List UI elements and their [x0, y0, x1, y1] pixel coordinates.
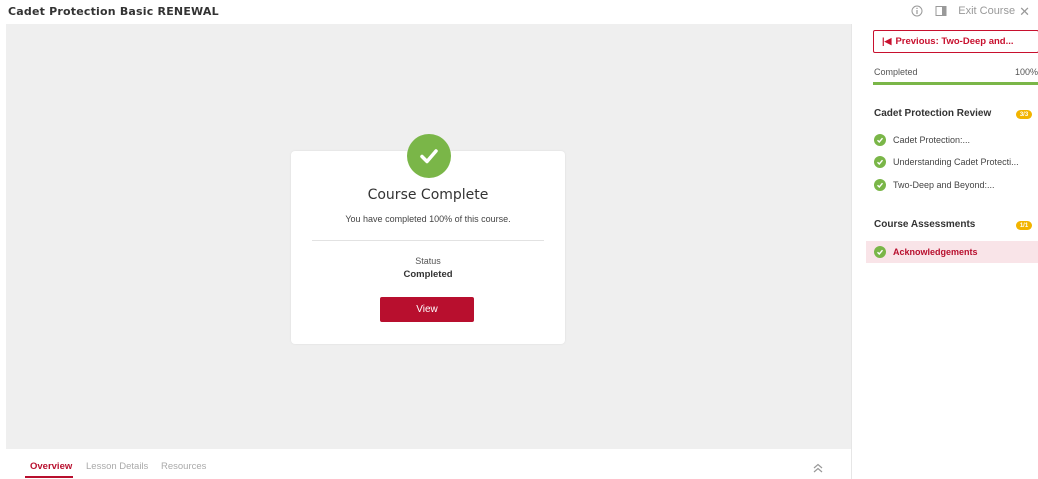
tab-overview[interactable]: Overview [30, 461, 72, 472]
lesson-label: Acknowledgements [893, 247, 978, 257]
active-tab-underline [25, 476, 73, 478]
progress-label: Completed [874, 67, 918, 77]
top-actions: Exit Course ✕ [910, 4, 1030, 18]
exit-course-button[interactable]: Exit Course ✕ [958, 5, 1030, 18]
check-circle-icon [874, 246, 886, 258]
main-content: Course Complete You have completed 100% … [6, 24, 851, 449]
check-circle-icon [874, 133, 886, 146]
lesson-item-cadet-protection[interactable]: Cadet Protection:... [866, 130, 1038, 149]
progress-value: 100% [1014, 67, 1038, 77]
top-bar: Cadet Protection Basic RENEWAL Exit Cour… [0, 0, 1038, 24]
skip-previous-icon: |◀ [882, 36, 892, 46]
section-title-course-assessments: Course Assessments [874, 219, 976, 230]
course-sidebar: |◀ Previous: Two-Deep and... Completed 1… [851, 24, 1038, 479]
view-button[interactable]: View [380, 297, 474, 322]
lesson-label: Cadet Protection:... [893, 134, 971, 145]
check-circle-icon [407, 134, 451, 178]
completion-card: Course Complete You have completed 100% … [291, 151, 565, 344]
previous-lesson-button[interactable]: |◀ Previous: Two-Deep and... [873, 30, 1038, 53]
lesson-item-two-deep-and-beyond[interactable]: Two-Deep and Beyond:... [866, 175, 1038, 194]
tab-resources[interactable]: Resources [161, 461, 206, 472]
check-circle-icon [874, 155, 886, 168]
close-icon: ✕ [1019, 3, 1030, 19]
status-label: Status [415, 256, 441, 266]
lesson-label: Two-Deep and Beyond:... [893, 179, 995, 190]
progress-bar-fill [873, 82, 1038, 85]
lesson-item-understanding-cadet-protection[interactable]: Understanding Cadet Protecti... [866, 152, 1038, 171]
card-divider [312, 240, 544, 241]
exit-course-label: Exit Course [958, 5, 1016, 17]
bottom-tab-bar: Overview Lesson Details Resources [6, 449, 851, 479]
previous-lesson-label: Previous: Two-Deep and... [895, 36, 1014, 47]
section-progress-badge: 3/3 [1016, 110, 1032, 119]
lesson-label: Understanding Cadet Protecti... [893, 156, 1019, 167]
status-value: Completed [403, 269, 453, 280]
course-title: Cadet Protection Basic RENEWAL [8, 5, 219, 18]
card-title: Course Complete [367, 187, 489, 203]
progress-bar [873, 82, 1038, 85]
section-title-cadet-protection-review: Cadet Protection Review [874, 108, 992, 119]
tab-lesson-details[interactable]: Lesson Details [86, 461, 148, 472]
info-icon[interactable] [910, 4, 924, 18]
check-circle-icon [874, 178, 886, 191]
sidebar-toggle-icon[interactable] [934, 4, 948, 18]
section-progress-badge: 1/1 [1016, 221, 1032, 230]
card-subtitle: You have completed 100% of this course. [345, 214, 511, 224]
lesson-item-acknowledgements[interactable]: Acknowledgements [866, 241, 1038, 263]
chevron-double-up-icon[interactable] [812, 462, 824, 474]
